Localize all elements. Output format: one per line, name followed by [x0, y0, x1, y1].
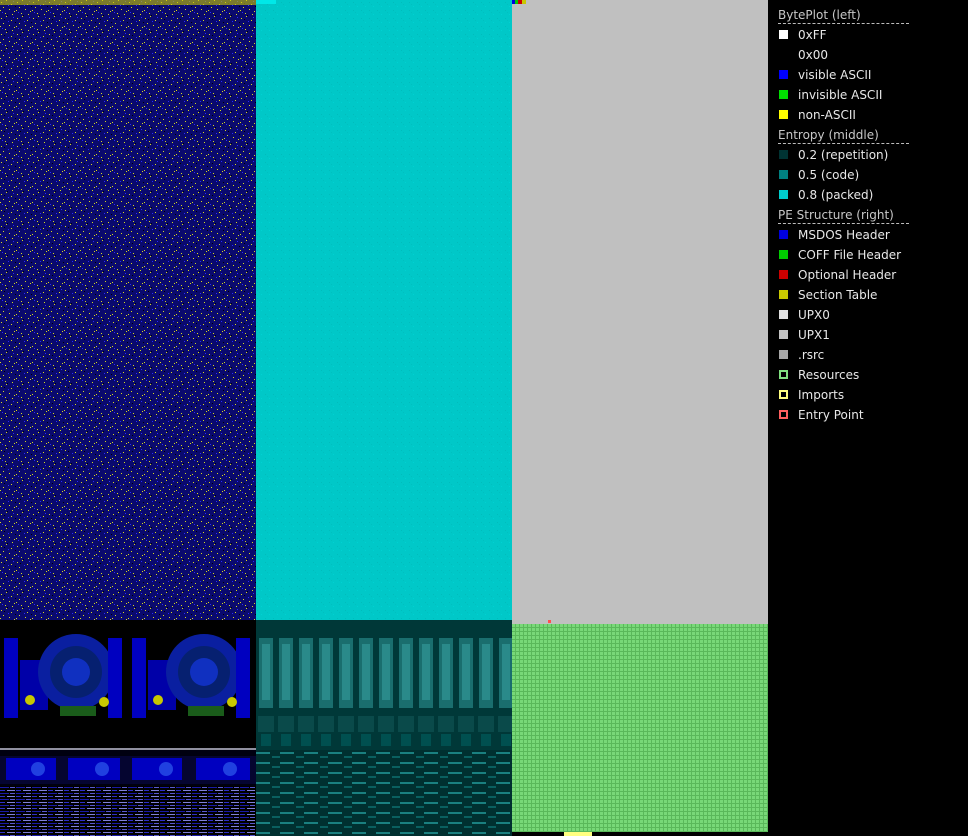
legend-group-title: BytePlot (left) — [778, 8, 909, 24]
legend-swatch — [779, 110, 788, 119]
byteplot-image — [0, 0, 256, 836]
legend-swatch — [779, 390, 788, 399]
legend-swatch — [779, 410, 788, 419]
legend-label: Section Table — [798, 288, 878, 302]
byteplot-panel — [0, 0, 256, 836]
legend-label: 0.2 (repetition) — [798, 148, 889, 162]
coff-header-block — [515, 0, 518, 4]
legend-swatch — [779, 150, 788, 159]
legend-swatch — [779, 50, 788, 59]
msdos-header-block — [512, 0, 515, 4]
legend-swatch — [779, 30, 788, 39]
optional-header-block — [518, 0, 522, 4]
legend-label: UPX0 — [798, 308, 830, 322]
legend-label: 0x00 — [798, 48, 829, 62]
entropy-image — [256, 0, 512, 836]
legend-label: UPX1 — [798, 328, 830, 342]
legend: BytePlot (left) 0xFF 0x00 visible ASCII invi… — [768, 0, 968, 836]
legend-swatch — [779, 270, 788, 279]
legend-swatch — [779, 190, 788, 199]
legend-swatch — [779, 230, 788, 239]
legend-label: 0.8 (packed) — [798, 188, 874, 202]
section-table-block — [522, 0, 526, 4]
entry-point-marker — [548, 620, 551, 623]
byteplot-packed-region — [0, 0, 256, 620]
byteplot-tail-region — [0, 786, 256, 836]
legend-label: visible ASCII — [798, 68, 872, 82]
legend-swatch — [779, 330, 788, 339]
legend-label: Entry Point — [798, 408, 864, 422]
legend-group-title: PE Structure (right) — [778, 208, 909, 224]
pe-structure-image — [512, 0, 768, 836]
legend-label: 0xFF — [798, 28, 827, 42]
legend-label: 0.5 (code) — [798, 168, 860, 182]
entropy-panel — [256, 0, 512, 836]
resources-block — [512, 620, 768, 832]
pe-structure-panel — [512, 0, 768, 836]
legend-swatch — [779, 310, 788, 319]
legend-label: Optional Header — [798, 268, 897, 282]
legend-swatch — [779, 290, 788, 299]
legend-swatch — [779, 250, 788, 259]
legend-label: non-ASCII — [798, 108, 856, 122]
legend-swatch — [779, 350, 788, 359]
imports-block — [564, 832, 592, 836]
legend-swatch — [779, 170, 788, 179]
legend-label: Resources — [798, 368, 860, 382]
legend-group-title: Entropy (middle) — [778, 128, 909, 144]
legend-label: Imports — [798, 388, 845, 402]
small-icons-row — [0, 756, 256, 784]
legend-swatch — [779, 90, 788, 99]
legend-label: .rsrc — [798, 348, 825, 362]
legend-label: invisible ASCII — [798, 88, 883, 102]
legend-swatch — [779, 70, 788, 79]
legend-label: COFF File Header — [798, 248, 902, 262]
legend-label: MSDOS Header — [798, 228, 890, 242]
legend-swatch — [779, 370, 788, 379]
